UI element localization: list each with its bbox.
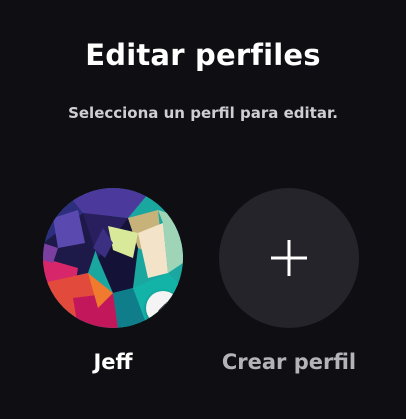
create-profile[interactable]: Crear perfil	[219, 188, 359, 374]
plus-icon	[271, 240, 307, 276]
profile-name[interactable]: Jeff	[13, 350, 213, 374]
create-profile-button[interactable]	[219, 188, 359, 328]
page-subtitle: Selecciona un perfil para editar.	[68, 104, 338, 122]
profile-jeff[interactable]: Jeff	[43, 188, 183, 374]
pencil-icon	[158, 301, 170, 313]
create-profile-label[interactable]: Crear perfil	[189, 350, 389, 374]
edit-profile-button[interactable]	[146, 291, 180, 325]
avatar[interactable]	[43, 188, 183, 328]
page-title: Editar perfiles	[85, 38, 321, 72]
